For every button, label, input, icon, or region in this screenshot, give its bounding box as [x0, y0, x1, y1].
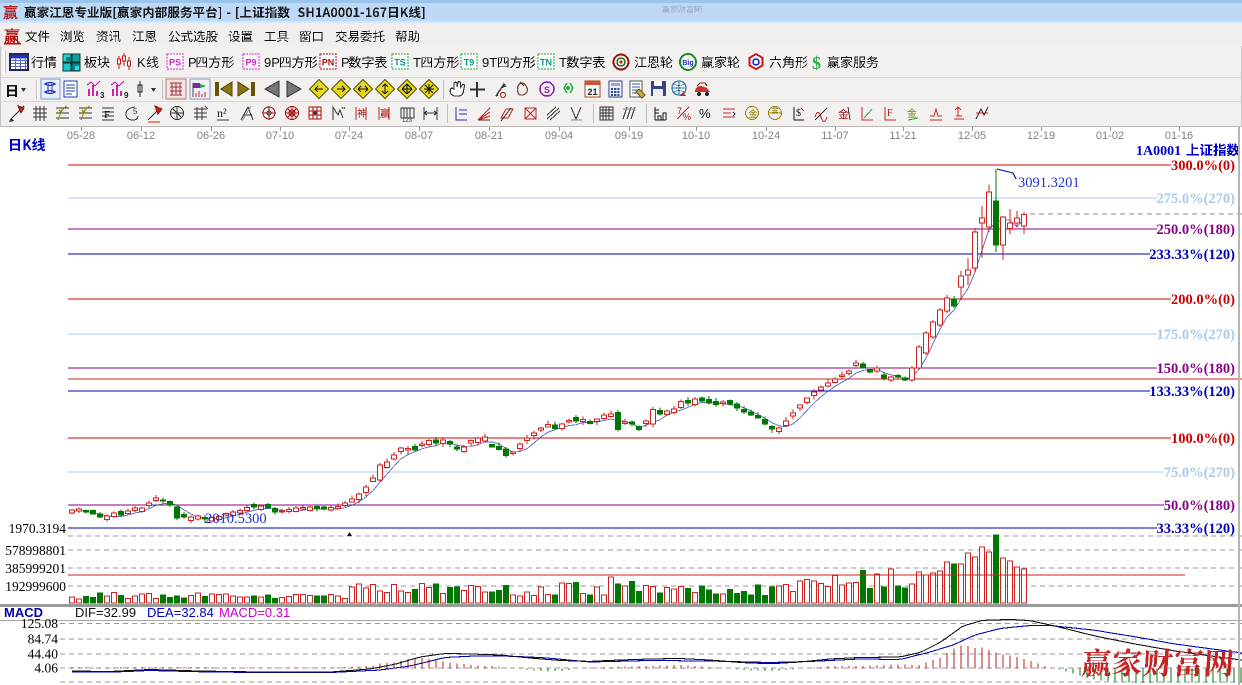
svg-text:$: $: [796, 108, 801, 119]
svg-text:11-21: 11-21: [889, 130, 916, 142]
svg-text:578998801: 578998801: [5, 543, 66, 558]
svg-text:275.0%(270): 275.0%(270): [1156, 191, 1235, 207]
svg-text:10-10: 10-10: [682, 130, 710, 142]
svg-text:385999201: 385999201: [5, 561, 66, 576]
svg-text:100.0%(0): 100.0%(0): [1171, 431, 1235, 447]
svg-text:T9: T9: [464, 58, 475, 68]
svg-text:01-16: 01-16: [1165, 130, 1193, 142]
svg-text:123: 123: [402, 118, 413, 124]
svg-text:F: F: [104, 109, 110, 121]
svg-text:TN: TN: [540, 58, 552, 68]
svg-text:06-12: 06-12: [127, 130, 155, 142]
svg-text:金: 金: [838, 107, 849, 121]
svg-text:DIF=32.99: DIF=32.99: [75, 605, 136, 620]
svg-text:金: 金: [772, 105, 779, 114]
svg-text:50.0%(180): 50.0%(180): [1164, 498, 1235, 514]
svg-text:12-05: 12-05: [958, 130, 986, 142]
svg-text:%: %: [683, 112, 691, 122]
svg-text:赢: 赢: [380, 107, 390, 120]
svg-text:4.06: 4.06: [34, 661, 58, 676]
svg-text:44.40: 44.40: [28, 646, 59, 661]
svg-text:3091.3201: 3091.3201: [1018, 175, 1080, 191]
svg-text:125.08: 125.08: [21, 616, 58, 631]
svg-text:S: S: [544, 85, 550, 95]
svg-text:192999600: 192999600: [5, 579, 66, 594]
svg-text:T: T: [413, 55, 421, 70]
svg-text:10-24: 10-24: [752, 130, 780, 142]
svg-text:1A0001: 1A0001: [1136, 144, 1181, 159]
svg-text:2010.5300: 2010.5300: [205, 511, 267, 527]
svg-text:K: K: [137, 55, 146, 70]
svg-text:F: F: [887, 108, 893, 119]
svg-text:%: %: [699, 106, 711, 121]
svg-text:09-19: 09-19: [615, 130, 643, 142]
svg-text:33.33%(120): 33.33%(120): [1156, 521, 1235, 537]
svg-text:$: $: [812, 53, 821, 73]
svg-text:MACD=0.31: MACD=0.31: [219, 605, 290, 620]
svg-text:3: 3: [100, 91, 105, 100]
svg-text:神: 神: [357, 107, 367, 120]
svg-text:P9: P9: [245, 58, 256, 68]
svg-text:05-28: 05-28: [67, 130, 95, 142]
svg-text:250.0%(180): 250.0%(180): [1156, 222, 1235, 238]
svg-text:84.74: 84.74: [28, 632, 59, 647]
svg-text:PS: PS: [169, 58, 181, 68]
svg-text:T: T: [559, 55, 567, 70]
svg-text:TS: TS: [394, 58, 406, 68]
svg-text:n²: n²: [217, 106, 227, 120]
svg-text:07-10: 07-10: [266, 130, 294, 142]
svg-text:08-21: 08-21: [475, 130, 503, 142]
svg-text:11-07: 11-07: [821, 130, 848, 142]
svg-text:12-19: 12-19: [1027, 130, 1055, 142]
svg-text:09-04: 09-04: [545, 130, 573, 142]
svg-text:1970.3194: 1970.3194: [9, 521, 67, 536]
svg-text:21: 21: [587, 87, 597, 97]
svg-text:P: P: [188, 55, 197, 70]
svg-text:9: 9: [124, 91, 129, 100]
svg-text:08-07: 08-07: [405, 130, 433, 142]
svg-text:5: 5: [133, 107, 138, 116]
svg-text:9T: 9T: [482, 55, 497, 70]
svg-text:金: 金: [749, 108, 758, 119]
svg-text:150.0%(180): 150.0%(180): [1156, 361, 1235, 377]
svg-text:01-02: 01-02: [1096, 130, 1124, 142]
svg-text:P: P: [341, 55, 350, 70]
svg-text:7: 7: [677, 106, 682, 116]
svg-text:200.0%(0): 200.0%(0): [1171, 292, 1235, 308]
svg-text:07-24: 07-24: [335, 130, 363, 142]
svg-text:PN: PN: [322, 58, 335, 68]
svg-text:300.0%(0): 300.0%(0): [1171, 158, 1235, 174]
svg-text:133.33%(120): 133.33%(120): [1149, 384, 1235, 400]
svg-text:9P: 9P: [264, 55, 280, 70]
svg-text:06-26: 06-26: [197, 130, 225, 142]
svg-text:Big: Big: [682, 60, 693, 67]
svg-text:233.33%(120): 233.33%(120): [1149, 247, 1235, 263]
svg-text:175.0%(270): 175.0%(270): [1156, 327, 1235, 343]
svg-text:75.0%(270): 75.0%(270): [1164, 465, 1235, 481]
svg-text:DEA=32.84: DEA=32.84: [147, 605, 214, 620]
